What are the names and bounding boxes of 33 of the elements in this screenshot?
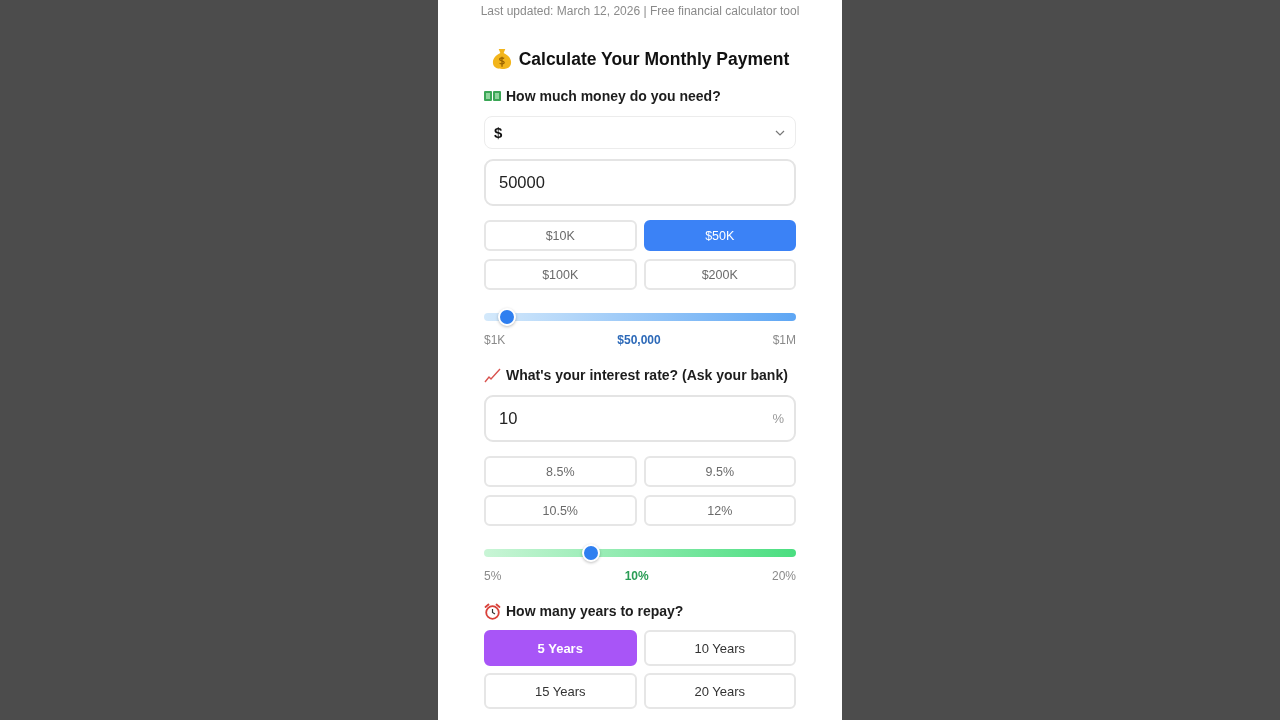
currency-select[interactable]: $ <box>484 116 796 149</box>
calculator-title: Calculate Your Monthly Payment <box>518 48 790 70</box>
slider-max-label: $1M <box>772 333 796 347</box>
last-updated-text: Last updated: March 12, 2026 | Free financial calculator tool <box>480 3 800 19</box>
preset-button[interactable]: $50K <box>643 220 796 251</box>
preset-button[interactable]: 10.5% <box>484 495 637 526</box>
question-label: How many years to repay? <box>506 603 684 619</box>
preset-button[interactable]: 8.5% <box>484 456 637 487</box>
slider-min-label: 5% <box>484 569 502 583</box>
slider-max-label: 20% <box>771 569 796 583</box>
term-option-button[interactable]: 10 Years <box>643 630 796 666</box>
chart-increasing-icon <box>484 367 501 383</box>
question-label: How much money do you need? <box>506 88 721 104</box>
alarm-clock-icon <box>484 602 501 620</box>
amount-input-field[interactable]: 50000 <box>484 159 796 206</box>
question-label: What's your interest rate? (Ask your bank) <box>506 367 788 383</box>
preset-button[interactable]: $200K <box>643 259 796 290</box>
slider-min-label: $1K <box>484 333 506 347</box>
slider-value-label: 10% <box>624 569 649 583</box>
rate-input-field[interactable]: 10 % <box>484 395 796 442</box>
preset-button[interactable]: $10K <box>484 220 637 251</box>
slider-thumb[interactable] <box>498 308 517 326</box>
preset-button[interactable]: $100K <box>484 259 637 290</box>
term-option-button[interactable]: 5 Years <box>484 630 637 666</box>
banknote-icon <box>484 91 501 101</box>
slider-value-label: $50,000 <box>617 333 661 347</box>
term-option-button[interactable]: 15 Years <box>484 673 637 709</box>
slider-thumb[interactable] <box>581 544 600 562</box>
chevron-down-icon <box>775 129 785 136</box>
preset-button[interactable]: 12% <box>643 495 796 526</box>
preset-button[interactable]: 9.5% <box>643 456 796 487</box>
money-bag-icon <box>490 48 513 70</box>
term-option-button[interactable]: 20 Years <box>643 673 796 709</box>
